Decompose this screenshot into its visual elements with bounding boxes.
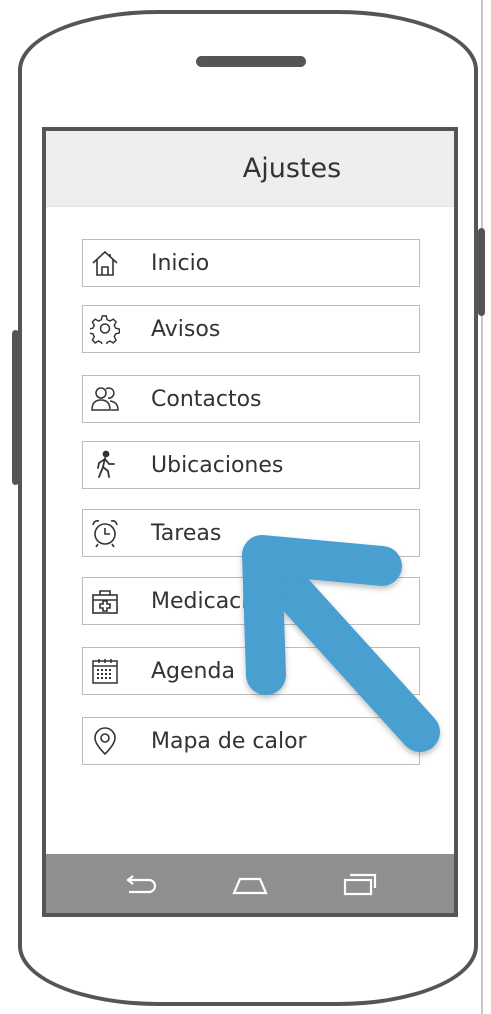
- menu-item-label: Ubicaciones: [151, 452, 284, 478]
- calendar-icon: [83, 648, 127, 694]
- back-icon[interactable]: [119, 869, 163, 899]
- menu-item-label: Medicación: [151, 588, 275, 614]
- alarm-clock-icon: [83, 510, 127, 556]
- recent-apps-icon[interactable]: [337, 869, 381, 899]
- menu-item-medicacion[interactable]: Medicación: [82, 577, 420, 625]
- home-icon: [83, 240, 127, 286]
- power-button: [478, 228, 485, 316]
- menu-item-label: Mapa de calor: [151, 728, 307, 754]
- home-icon[interactable]: [228, 869, 272, 899]
- menu-item-inicio[interactable]: Inicio: [82, 239, 420, 287]
- first-aid-kit-icon: [83, 578, 127, 624]
- menu-item-avisos[interactable]: Avisos: [82, 305, 420, 353]
- menu-item-label: Tareas: [151, 520, 222, 546]
- page-edge-divider: [481, 0, 483, 1014]
- android-navigation-bar: [46, 854, 454, 913]
- menu-item-label: Agenda: [151, 658, 235, 684]
- location-pin-icon: [83, 718, 127, 764]
- menu-item-label: Avisos: [151, 316, 221, 342]
- menu-item-tareas[interactable]: Tareas: [82, 509, 420, 557]
- page-title: Ajustes: [242, 153, 342, 184]
- speaker-grille: [196, 56, 306, 67]
- menu-item-mapa-de-calor[interactable]: Mapa de calor: [82, 717, 420, 765]
- volume-button: [12, 330, 19, 485]
- menu-item-ubicaciones[interactable]: Ubicaciones: [82, 441, 420, 489]
- phone-screen: Ajustes Inicio Avisos Contactos Ubicacio…: [42, 127, 458, 917]
- menu-item-contactos[interactable]: Contactos: [82, 375, 420, 423]
- gear-icon: [83, 306, 127, 352]
- contacts-icon: [83, 376, 127, 422]
- menu-item-agenda[interactable]: Agenda: [82, 647, 420, 695]
- walking-person-icon: [83, 442, 127, 488]
- menu-item-label: Inicio: [151, 250, 210, 276]
- menu-item-label: Contactos: [151, 386, 262, 412]
- app-header: Ajustes: [46, 131, 454, 207]
